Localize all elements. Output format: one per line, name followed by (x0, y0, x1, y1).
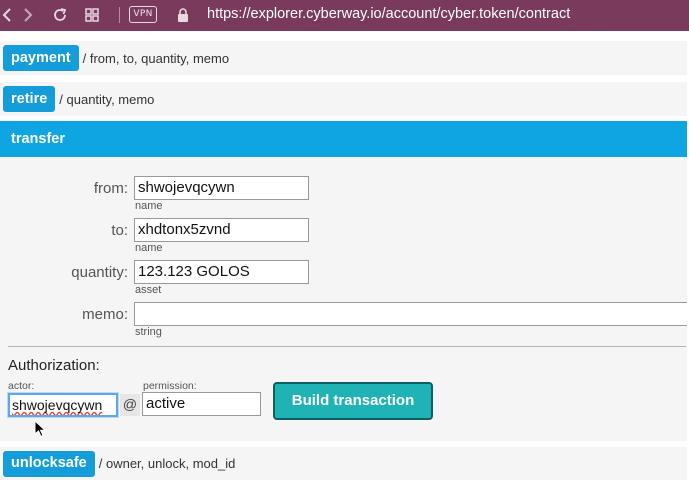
browser-toolbar: VPN https://explorer.cyberway.io/account… (0, 0, 689, 31)
grid-icon[interactable] (82, 5, 102, 25)
to-input[interactable]: xhdtonx5zvnd (134, 218, 309, 242)
from-label: from: (93, 180, 128, 197)
quantity-type: asset (135, 284, 162, 296)
build-transaction-button[interactable]: Build transaction (273, 382, 433, 420)
method-tag-payment[interactable]: payment (3, 45, 79, 71)
method-tag-unlocksafe[interactable]: unlocksafe (3, 450, 95, 477)
section-divider (8, 346, 686, 347)
to-type: name (135, 242, 163, 254)
from-input[interactable]: shwojevqcywn (134, 176, 309, 200)
memo-type: string (135, 326, 162, 338)
method-args-unlocksafe: / owner, unlock, mod_id (98, 456, 236, 471)
quantity-label: quantity: (71, 264, 128, 281)
method-row-payment: payment / from, to, quantity, memo (0, 41, 687, 75)
address-bar-url[interactable]: https://explorer.cyberway.io/account/cyb… (207, 6, 570, 22)
method-row-retire: retire / quantity, memo (0, 82, 687, 116)
permission-input[interactable]: active (142, 392, 261, 416)
memo-input[interactable] (134, 302, 687, 326)
actor-label: actor: (8, 380, 35, 392)
permission-label: permission: (143, 380, 197, 392)
lock-icon[interactable] (176, 5, 190, 25)
toolbar-separator (119, 7, 120, 23)
back-icon[interactable] (0, 5, 14, 25)
quantity-input[interactable]: 123.123 GOLOS (134, 260, 309, 284)
actor-input[interactable]: shwojevqcywn (8, 393, 118, 417)
reload-icon[interactable] (50, 5, 70, 25)
authorization-title: Authorization: (8, 357, 100, 374)
transfer-panel-title[interactable]: transfer (0, 121, 687, 157)
from-type: name (135, 200, 163, 212)
forward-icon[interactable] (20, 5, 36, 25)
cursor-icon (34, 419, 47, 443)
method-args-retire: / quantity, memo (59, 91, 155, 107)
memo-label: memo: (82, 306, 128, 323)
at-separator: @ (120, 394, 140, 416)
method-args-payment: / from, to, quantity, memo (82, 50, 230, 66)
method-row-unlocksafe: unlocksafe / owner, unlock, mod_id (0, 447, 687, 480)
vpn-badge[interactable]: VPN (129, 6, 157, 23)
to-label: to: (111, 222, 128, 239)
method-tag-retire[interactable]: retire (3, 86, 56, 112)
